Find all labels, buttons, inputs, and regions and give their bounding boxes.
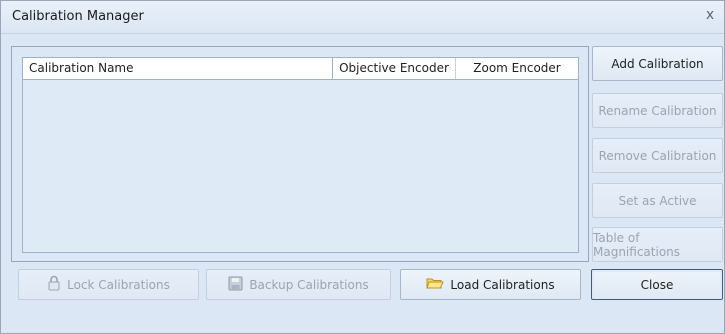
title-bar: Calibration Manager x xyxy=(1,1,724,34)
column-header-zoom-encoder[interactable]: Zoom Encoder xyxy=(456,58,578,79)
lock-calibrations-button[interactable]: Lock Calibrations xyxy=(18,269,199,300)
backup-calibrations-label: Backup Calibrations xyxy=(249,277,369,292)
column-header-calibration-name[interactable]: Calibration Name xyxy=(23,58,333,79)
calibration-table[interactable]: Calibration Name Objective Encoder Zoom … xyxy=(22,57,579,253)
open-folder-icon xyxy=(426,276,445,293)
padlock-icon xyxy=(47,275,61,294)
set-as-active-button[interactable]: Set as Active xyxy=(592,183,723,218)
lock-calibrations-label: Lock Calibrations xyxy=(67,277,170,292)
window-title: Calibration Manager xyxy=(12,9,144,24)
table-of-magnifications-label: Table of Magnifications xyxy=(593,230,681,259)
calibration-manager-window: Calibration Manager x Calibration Name O… xyxy=(0,0,725,334)
load-calibrations-label: Load Calibrations xyxy=(450,277,555,292)
calibration-list-frame: Calibration Name Objective Encoder Zoom … xyxy=(11,46,589,262)
table-of-magnifications-button[interactable]: Table of Magnifications xyxy=(592,227,723,262)
set-as-active-label: Set as Active xyxy=(618,193,697,208)
remove-calibration-label: Remove Calibration xyxy=(598,148,717,163)
close-label: Close xyxy=(640,277,674,292)
floppy-disk-icon xyxy=(228,276,243,294)
add-calibration-label: Add Calibration xyxy=(611,56,704,71)
column-header-objective-encoder[interactable]: Objective Encoder xyxy=(333,58,456,79)
close-button[interactable]: Close xyxy=(591,269,723,300)
rename-calibration-label: Rename Calibration xyxy=(598,103,717,118)
rename-calibration-button[interactable]: Rename Calibration xyxy=(592,93,723,128)
table-header: Calibration Name Objective Encoder Zoom … xyxy=(23,58,578,80)
load-calibrations-button[interactable]: Load Calibrations xyxy=(400,269,581,300)
add-calibration-button[interactable]: Add Calibration xyxy=(592,46,723,81)
close-icon[interactable]: x xyxy=(702,7,718,23)
backup-calibrations-button[interactable]: Backup Calibrations xyxy=(206,269,391,300)
remove-calibration-button[interactable]: Remove Calibration xyxy=(592,138,723,173)
